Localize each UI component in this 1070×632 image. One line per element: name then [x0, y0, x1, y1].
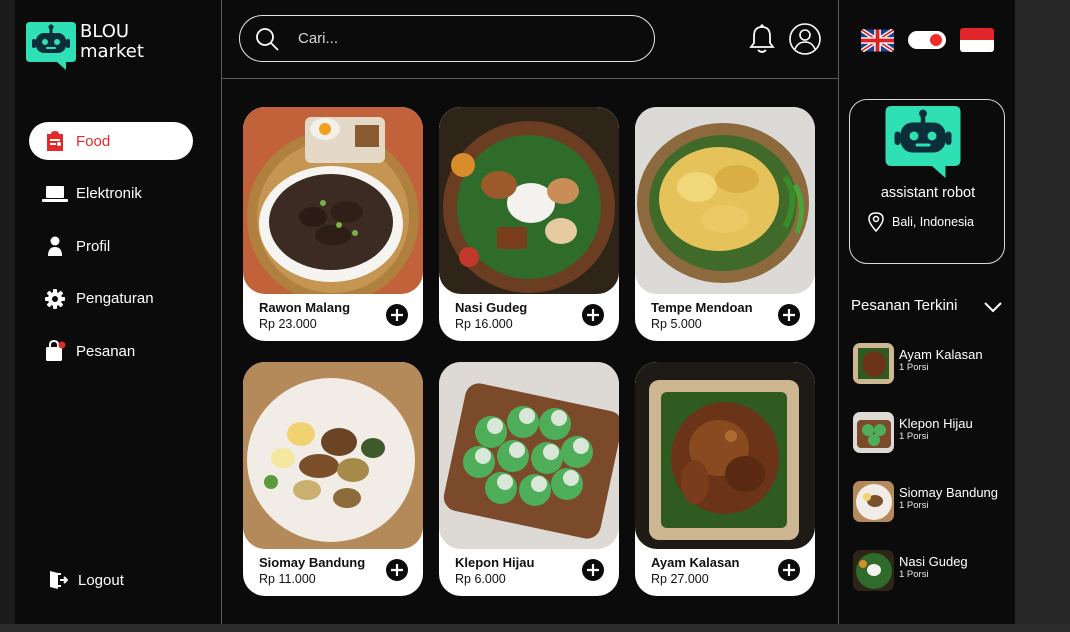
product-card[interactable]: Siomay Bandung Rp 11.000	[243, 362, 423, 596]
recent-order-item[interactable]: Nasi Gudeg 1 Porsi	[853, 550, 968, 591]
location-pin-icon	[868, 212, 884, 233]
product-name: Rawon Malang	[259, 300, 351, 315]
toggle-knob	[930, 34, 942, 46]
recent-order-item[interactable]: Ayam Kalasan 1 Porsi	[853, 343, 983, 384]
search-input[interactable]	[298, 30, 598, 47]
order-thumbnail	[853, 412, 894, 453]
assistant-name: assistant robot	[880, 185, 976, 201]
language-toggle[interactable]	[908, 31, 946, 49]
order-thumbnail	[853, 481, 894, 522]
window-edge	[1015, 0, 1070, 632]
add-to-cart-button[interactable]	[778, 304, 800, 326]
product-image-klepon-hijau	[439, 362, 619, 549]
product-price: Rp 11.000	[259, 572, 316, 586]
plus-icon	[783, 309, 795, 321]
sidebar-item-elektronik[interactable]: Elektronik	[29, 175, 193, 213]
logout-label: Logout	[78, 571, 124, 589]
order-name: Ayam Kalasan	[899, 347, 983, 362]
sidebar: BLOU market Food Elektronik Profil Penga…	[15, 0, 221, 624]
order-quantity: 1 Porsi	[899, 500, 929, 511]
sidebar-item-label: Profil	[76, 237, 111, 255]
product-card[interactable]: Rawon Malang Rp 23.000	[243, 107, 423, 341]
robot-icon	[885, 106, 961, 178]
order-name: Siomay Bandung	[899, 485, 999, 500]
product-price: Rp 6.000	[455, 572, 506, 586]
product-card[interactable]: Nasi Gudeg Rp 16.000	[439, 107, 619, 341]
user-avatar-icon[interactable]	[789, 23, 821, 55]
order-quantity: 1 Porsi	[899, 431, 929, 442]
language-switcher	[861, 28, 994, 52]
sidebar-nav: Food Elektronik Profil Pengaturan Pesana…	[29, 122, 193, 385]
product-name: Nasi Gudeg	[455, 300, 528, 315]
gear-icon	[42, 288, 68, 309]
product-name: Ayam Kalasan	[651, 555, 740, 570]
add-to-cart-button[interactable]	[582, 559, 604, 581]
product-name: Klepon Hijau	[455, 555, 535, 570]
sidebar-item-pesanan[interactable]: Pesanan	[29, 332, 193, 370]
sidebar-divider	[221, 0, 222, 624]
order-name: Klepon Hijau	[899, 416, 973, 431]
sidebar-item-pengaturan[interactable]: Pengaturan	[29, 280, 193, 318]
uk-flag-icon[interactable]	[861, 28, 894, 52]
brand-name-top: BLOU	[80, 21, 130, 42]
laptop-icon	[42, 184, 68, 204]
recent-order-item[interactable]: Siomay Bandung 1 Porsi	[853, 481, 998, 522]
product-card[interactable]: Ayam Kalasan Rp 27.000	[635, 362, 815, 596]
product-price: Rp 23.000	[259, 317, 317, 331]
sidebar-item-label: Pesanan	[76, 342, 136, 360]
logout-icon	[48, 570, 69, 590]
sidebar-item-food[interactable]: Food	[29, 122, 193, 160]
product-image-tempe-mendoan	[635, 107, 815, 294]
brand-logo[interactable]: BLOU market	[26, 22, 144, 70]
order-quantity: 1 Porsi	[899, 569, 929, 580]
product-image-ayam-kalasan	[635, 362, 815, 549]
shopping-bag-icon	[42, 340, 68, 361]
product-name: Tempe Mendoan	[651, 300, 753, 315]
product-card[interactable]: Tempe Mendoan Rp 5.000	[635, 107, 815, 341]
search-bar[interactable]	[239, 15, 655, 62]
assistant-card[interactable]: assistant robot Bali, Indonesia	[849, 99, 1005, 264]
order-name: Nasi Gudeg	[899, 554, 968, 569]
plus-icon	[783, 564, 795, 576]
chevron-down-icon[interactable]	[983, 300, 1003, 314]
search-icon	[254, 26, 280, 52]
add-to-cart-button[interactable]	[386, 559, 408, 581]
robot-logo-icon	[26, 22, 76, 70]
add-to-cart-button[interactable]	[386, 304, 408, 326]
header-divider	[222, 78, 838, 79]
order-thumbnail	[853, 343, 894, 384]
bell-icon[interactable]	[748, 24, 776, 54]
assistant-location: Bali, Indonesia	[868, 212, 975, 233]
sidebar-item-profil[interactable]: Profil	[29, 227, 193, 265]
product-price: Rp 27.000	[651, 572, 709, 586]
plus-icon	[587, 309, 599, 321]
product-price: Rp 5.000	[651, 317, 702, 331]
food-icon	[42, 131, 68, 151]
product-image-nasi-gudeg	[439, 107, 619, 294]
sidebar-item-label: Elektronik	[76, 185, 142, 202]
location-text: Bali, Indonesia	[892, 215, 975, 229]
add-to-cart-button[interactable]	[778, 559, 800, 581]
recent-order-item[interactable]: Klepon Hijau 1 Porsi	[853, 412, 973, 453]
product-name: Siomay Bandung	[259, 555, 366, 570]
sidebar-item-label: Pengaturan	[76, 290, 154, 307]
product-image-rawon	[243, 107, 423, 294]
product-price: Rp 16.000	[455, 317, 513, 331]
right-panel-divider	[838, 0, 839, 624]
sidebar-item-label: Food	[76, 132, 111, 150]
order-thumbnail	[853, 550, 894, 591]
product-card[interactable]: Klepon Hijau Rp 6.000	[439, 362, 619, 596]
brand-name-bottom: market	[80, 41, 144, 62]
plus-icon	[391, 564, 403, 576]
order-quantity: 1 Porsi	[899, 362, 929, 373]
indonesia-flag-icon[interactable]	[960, 28, 994, 52]
recent-orders-title: Pesanan Terkini	[851, 297, 958, 314]
person-icon	[42, 236, 68, 256]
plus-icon	[587, 564, 599, 576]
logout-button[interactable]: Logout	[48, 570, 124, 590]
product-image-siomay-bandung	[243, 362, 423, 549]
add-to-cart-button[interactable]	[582, 304, 604, 326]
window-bottom-edge	[0, 624, 1070, 632]
plus-icon	[391, 309, 403, 321]
